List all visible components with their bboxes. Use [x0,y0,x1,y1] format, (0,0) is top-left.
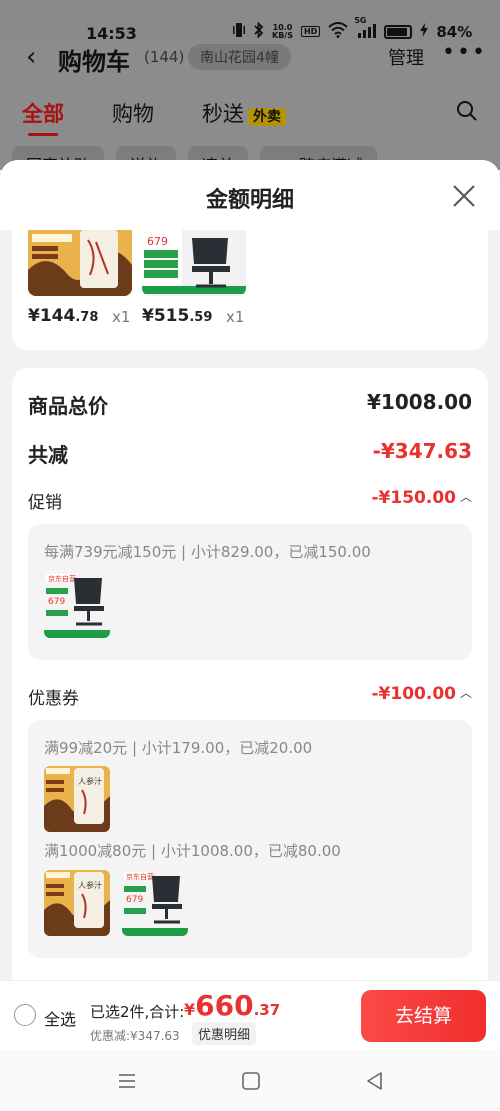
search-icon[interactable] [456,100,478,122]
discount-text: 优惠减:¥347.63 [90,1029,180,1043]
promotion-rule-text: 每满739元减150元 | 小计829.00，已减150.00 [44,543,371,561]
chevron-up-icon[interactable]: ︿ [460,488,472,505]
coupon-detail-box: 满99减20元 | 小计179.00，已减20.00 人参汁 满1000减80元… [28,720,472,958]
menu-icon[interactable] [116,1070,138,1092]
tab-instant[interactable]: 秒送 外卖 [202,98,286,128]
system-nav-bar [0,1050,500,1111]
checkout-bar: 全选 已选2件,合计: ¥660.37 优惠减:¥347.63 优惠明细 去结算 [0,980,500,1050]
mini-thumb-price: 679 [126,895,143,905]
amount-detail-sheet: 金额明细 679 ¥144.78 x1 ¥515.59 x1 商品总价 ¥100… [0,160,500,1050]
price-dec: .78 [75,310,99,325]
tab-instant-label: 秒送 [202,102,244,126]
total-int: 660 [195,989,254,1022]
promotion-detail-box: 每满739元减150元 | 小计829.00，已减150.00 京东自营 679 [28,524,472,660]
promotion-value: -¥150.00 ︿ [371,488,472,508]
home-icon[interactable] [240,1070,262,1092]
close-icon[interactable] [450,182,478,210]
goods-total-label: 商品总价 [28,394,108,418]
currency-symbol: ¥ [142,306,154,326]
chevron-up-icon[interactable]: ︿ [460,684,472,701]
tab-all[interactable]: 全部 [22,98,64,136]
bluetooth-icon [254,21,264,41]
product-thumb-ginseng[interactable]: 人参汁 [44,766,110,832]
discount-detail-button[interactable]: 优惠明细 [192,1022,257,1045]
cart-count: (144) [144,48,185,66]
mini-thumb-badge: 京东自营 [126,872,154,881]
item-price: ¥144.78 [28,306,98,326]
takeout-badge: 外卖 [248,108,286,126]
mini-thumb-badge: 京东自营 [48,574,76,583]
coupon-rule-text: 满1000减80元 | 小计1008.00，已减80.00 [44,842,341,860]
vibrate-icon [232,22,246,41]
item-qty: x1 [112,308,131,326]
product-thumb-chair[interactable]: 京东自营 679 [122,870,188,936]
currency-symbol: ¥ [28,306,40,326]
price-int: 515 [153,306,190,326]
product-thumb-chair[interactable]: 679 [142,230,246,296]
hd-badge: HD [300,26,321,37]
coupon-label: 优惠券 [28,689,79,709]
signal-icon: 5G [354,16,377,41]
total-dec: .37 [253,1001,281,1019]
checkout-button[interactable]: 去结算 [361,990,486,1042]
product-thumb-ginseng[interactable]: 人参汁 [44,870,110,936]
total-reduction-label: 共减 [28,443,68,467]
mini-thumb-label: 人参汁 [78,776,102,786]
promotion-label: 促销 [28,493,62,513]
price-int: 144 [39,306,76,326]
total-reduction-value: -¥347.63 [372,439,472,463]
sheet-header: 金额明细 [0,160,500,230]
total-price: ¥660.37 [184,989,280,1022]
wifi-icon [328,22,348,41]
sheet-title: 金额明细 [205,188,294,213]
coupon-value: -¥100.00 ︿ [371,684,472,704]
page-title: 购物车 [58,48,130,76]
price-dec: .59 [189,310,213,325]
chair-thumb-price: 679 [147,235,168,248]
net-speed: 10.0 KB/S [272,23,293,40]
select-all-label[interactable]: 全选 [44,1006,76,1030]
products-card: 679 ¥144.78 x1 ¥515.59 x1 [12,230,488,350]
total-currency: ¥ [184,1000,196,1019]
mini-thumb-price: 679 [48,597,65,607]
location-label: 南山花园4幢 [200,50,279,66]
coupon-amount: -¥100.00 [371,684,456,704]
product-thumb-chair[interactable]: 京东自营 679 [44,572,110,638]
mini-thumb-label: 人参汁 [78,880,102,890]
back-button[interactable]: ‹ [26,42,36,72]
signal-type: 5G [354,16,367,25]
battery-percent: 84% [436,22,473,41]
item-qty: x1 [226,308,245,326]
back-triangle-icon[interactable] [364,1070,386,1092]
product-thumb-ginseng[interactable] [28,230,132,296]
status-bar: 14:53 10.0 KB/S HD 5G 84% [0,0,500,43]
select-all-checkbox[interactable] [14,1004,36,1026]
location-selector[interactable]: 南山花园4幢 [188,44,291,70]
more-icon[interactable]: ••• [442,40,487,65]
cart-tabs: 全部 购物 秒送 外卖 [22,98,286,136]
coupon-rule-text: 满99减20元 | 小计179.00，已减20.00 [44,739,313,757]
breakdown-card: 商品总价 ¥1008.00 共减 -¥347.63 促销 -¥150.00 ︿ 每… [12,368,488,1048]
net-speed-unit: KB/S [272,30,293,40]
item-price: ¥515.59 [142,306,212,326]
battery-icon [384,24,413,39]
manage-button[interactable]: 管理 [388,44,424,70]
tab-shopping[interactable]: 购物 [112,98,154,128]
promotion-amount: -¥150.00 [371,488,456,508]
selected-summary: 已选2件,合计: [90,1003,185,1021]
goods-total-value: ¥1008.00 [366,390,472,414]
background-cart-page: ‹ 购物车 (144) 南山花园4幢 管理 ••• 全部 购物 秒送外卖 国家补… [0,40,500,180]
charging-icon [420,23,429,40]
status-icons: 10.0 KB/S HD 5G 84% [232,16,473,41]
